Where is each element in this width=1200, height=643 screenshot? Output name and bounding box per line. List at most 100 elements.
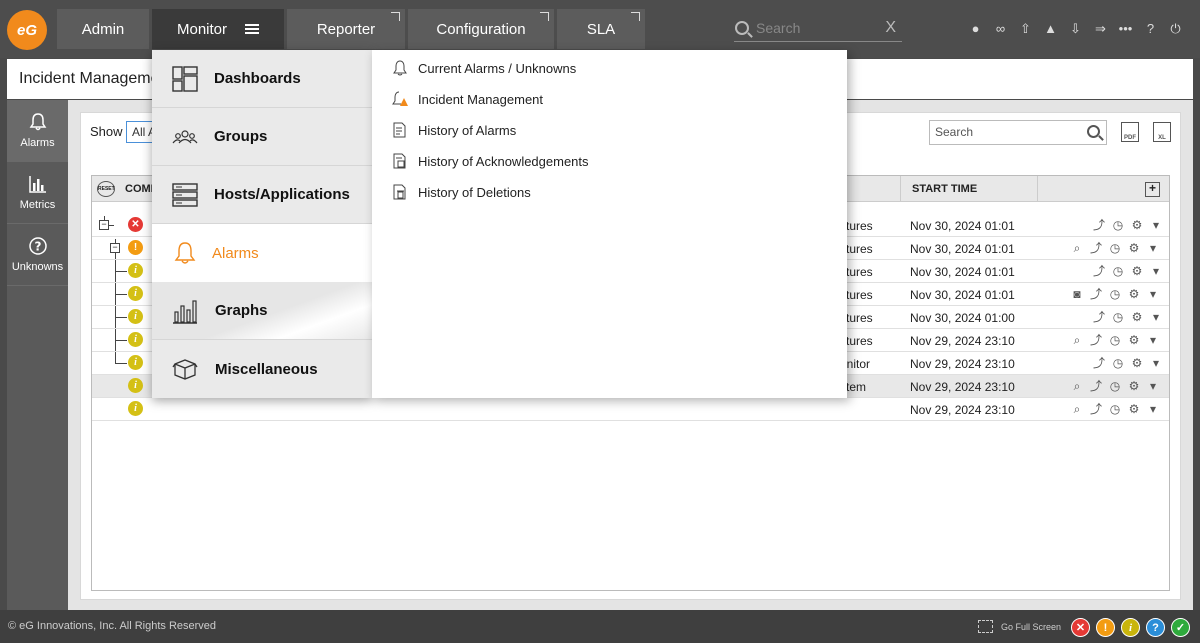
upload-icon[interactable]: ⇧	[1015, 20, 1036, 38]
major-status-icon[interactable]: !	[1096, 618, 1115, 637]
menu-category-alarms[interactable]: Alarms	[152, 224, 372, 282]
eg-logo[interactable]: eG	[7, 10, 47, 50]
tab-admin[interactable]: Admin	[57, 9, 149, 49]
minor-status-icon[interactable]: i	[1121, 618, 1140, 637]
trend-icon[interactable]: ⤴	[1088, 402, 1104, 417]
trend-icon[interactable]: ⤴	[1091, 356, 1107, 371]
history-icon[interactable]: ◷	[1110, 356, 1126, 371]
tab-sla[interactable]: SLA	[557, 9, 645, 49]
history-icon[interactable]: ◷	[1110, 310, 1126, 325]
menu-category-miscellaneous[interactable]: Miscellaneous	[152, 340, 372, 398]
settings-icon[interactable]: ⚙	[1126, 379, 1142, 394]
trend-icon[interactable]: ⤴	[1091, 218, 1107, 233]
tab-monitor[interactable]: Monitor	[152, 9, 284, 49]
chevron-down-icon[interactable]: ▾	[1145, 333, 1161, 348]
clear-search-icon[interactable]: X	[885, 19, 896, 37]
settings-icon[interactable]: ⚙	[1129, 264, 1145, 279]
excel-export-icon[interactable]: XL	[1153, 122, 1171, 142]
groups-icon	[172, 129, 198, 143]
chevron-down-icon[interactable]: ▾	[1148, 264, 1164, 279]
signout-icon[interactable]: ⇒	[1090, 20, 1111, 38]
settings-icon[interactable]: ⚙	[1129, 218, 1145, 233]
settings-icon[interactable]: ⚙	[1126, 333, 1142, 348]
tab-reporter[interactable]: Reporter	[287, 9, 405, 49]
settings-icon[interactable]: ⚙	[1129, 356, 1145, 371]
sidebar-item-label: Metrics	[19, 199, 56, 211]
menu-category-hosts-applications[interactable]: Hosts/Applications	[152, 166, 372, 224]
menu-category-dashboards[interactable]: Dashboards	[152, 50, 372, 108]
row-actions: ⤴ ◷ ⚙ ▾	[1091, 218, 1164, 233]
table-row[interactable]: i Nov 29, 2024 23:10 ⌕ ⤴ ◷ ⚙ ▾	[92, 398, 1169, 421]
chevron-down-icon[interactable]: ▾	[1145, 287, 1161, 302]
sidebar-item-label: Alarms	[20, 137, 55, 149]
alarm-search-input[interactable]	[935, 125, 1075, 139]
history-icon[interactable]: ◷	[1107, 287, 1123, 302]
chevron-down-icon[interactable]: ▾	[1148, 218, 1164, 233]
sidebar-item-metrics[interactable]: Metrics	[7, 162, 68, 224]
bell-icon[interactable]: ▲	[1040, 20, 1061, 38]
menu-item-history-of-deletions[interactable]: History of Deletions	[392, 183, 531, 201]
menu-item-current-alarms[interactable]: Current Alarms / Unknowns	[392, 59, 576, 77]
trend-icon[interactable]: ⤴	[1088, 287, 1104, 302]
diagnose-icon[interactable]: ⌕	[1069, 333, 1085, 348]
trend-icon[interactable]: ⤴	[1091, 310, 1107, 325]
settings-icon[interactable]: ⚙	[1129, 310, 1145, 325]
chevron-down-icon[interactable]: ▾	[1145, 241, 1161, 256]
add-column-icon[interactable]: +	[1145, 182, 1160, 197]
unknown-status-icon[interactable]: ?	[1146, 618, 1165, 637]
settings-icon[interactable]: ⚙	[1126, 287, 1142, 302]
column-header-start-time[interactable]: START TIME	[912, 183, 977, 195]
tab-configuration[interactable]: Configuration	[408, 9, 554, 49]
settings-icon[interactable]: ⚙	[1126, 402, 1142, 417]
critical-icon: ✕	[128, 217, 143, 232]
camera-icon[interactable]: ◙	[1069, 287, 1085, 302]
minor-icon: i	[128, 332, 143, 347]
global-search: X	[734, 18, 902, 42]
toolbar-icons: ● ∞ ⇧ ▲ ⇩ ⇒ ••• ? ⏻	[965, 20, 1186, 38]
trend-icon[interactable]: ⤴	[1091, 264, 1107, 279]
menu-item-history-of-alarms[interactable]: History of Alarms	[392, 121, 516, 139]
full-screen-button[interactable]: Go Full Screen	[978, 620, 1061, 633]
download-icon[interactable]: ⇩	[1065, 20, 1086, 38]
history-icon[interactable]: ◷	[1107, 241, 1123, 256]
column-divider	[900, 176, 901, 202]
link-icon[interactable]: ∞	[990, 20, 1011, 38]
tab-configuration-label: Configuration	[436, 20, 526, 38]
chevron-down-icon[interactable]: ▾	[1145, 402, 1161, 417]
normal-status-icon[interactable]: ✓	[1171, 618, 1190, 637]
reset-icon[interactable]: RESET	[97, 181, 115, 197]
menu-item-incident-management[interactable]: Incident Management	[392, 90, 543, 108]
menu-category-graphs[interactable]: Graphs	[152, 282, 372, 340]
chevron-down-icon[interactable]: ▾	[1148, 310, 1164, 325]
menu-item-label: History of Acknowledgements	[418, 153, 589, 169]
history-icon[interactable]: ◷	[1107, 379, 1123, 394]
history-icon[interactable]: ◷	[1110, 218, 1126, 233]
search-icon[interactable]	[1087, 125, 1100, 138]
diagnose-icon[interactable]: ⌕	[1069, 241, 1085, 256]
menu-category-groups[interactable]: Groups	[152, 108, 372, 166]
history-icon[interactable]: ◷	[1110, 264, 1126, 279]
global-search-input[interactable]	[756, 20, 876, 36]
diagnose-icon[interactable]: ⌕	[1069, 379, 1085, 394]
diagnose-icon[interactable]: ⌕	[1069, 402, 1085, 417]
trend-icon[interactable]: ⤴	[1088, 241, 1104, 256]
trend-icon[interactable]: ⤴	[1088, 379, 1104, 394]
settings-icon[interactable]: ⚙	[1126, 241, 1142, 256]
chevron-down-icon[interactable]: ▾	[1145, 379, 1161, 394]
sidebar-item-unknowns[interactable]: ? Unknowns	[7, 224, 68, 286]
pdf-export-icon[interactable]: PDF	[1121, 122, 1139, 142]
user-icon[interactable]: ●	[965, 20, 986, 38]
sidebar-item-alarms[interactable]: Alarms	[7, 100, 68, 162]
menu-item-history-of-acknowledgements[interactable]: History of Acknowledgements	[392, 152, 589, 170]
chevron-down-icon[interactable]: ▾	[1148, 356, 1164, 371]
trend-icon[interactable]: ⤴	[1088, 333, 1104, 348]
power-icon[interactable]: ⏻	[1165, 20, 1186, 38]
critical-status-icon[interactable]: ✕	[1071, 618, 1090, 637]
history-icon[interactable]: ◷	[1107, 402, 1123, 417]
history-icon[interactable]: ◷	[1107, 333, 1123, 348]
side-navigation: Alarms Metrics ? Unknowns	[7, 100, 68, 610]
more-icon[interactable]: •••	[1115, 20, 1136, 38]
help-icon[interactable]: ?	[1140, 20, 1161, 38]
footer: © eG Innovations, Inc. All Rights Reserv…	[0, 610, 1200, 643]
row-start-time: Nov 30, 2024 01:01	[910, 265, 1015, 279]
